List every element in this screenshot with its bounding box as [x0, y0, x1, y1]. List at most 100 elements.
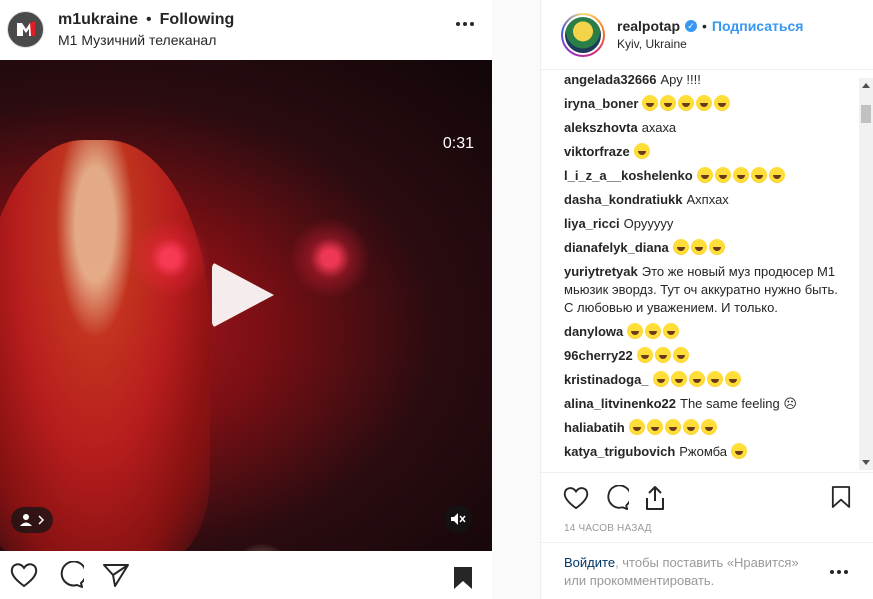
laughing-emoji-icon — [714, 167, 731, 183]
laughing-emoji-icon — [672, 239, 689, 255]
location-link[interactable]: Kyiv, Ukraine — [617, 37, 803, 51]
laughing-emoji-icon — [628, 419, 645, 435]
video-timer: 0:31 — [442, 135, 474, 152]
more-options-icon[interactable] — [830, 570, 848, 574]
play-icon[interactable] — [212, 262, 274, 328]
mute-icon[interactable] — [444, 505, 472, 533]
scroll-thumb[interactable] — [861, 105, 871, 123]
person-icon — [20, 514, 32, 526]
post-subtitle[interactable]: М1 Музичний телеканал — [58, 32, 234, 48]
laughing-emoji-icon — [654, 347, 671, 363]
laughing-emoji-icon — [696, 167, 713, 183]
laughing-emoji-icon — [627, 323, 644, 339]
post-username[interactable]: m1ukraine — [58, 11, 138, 29]
following-button[interactable]: Following — [160, 11, 235, 29]
laughing-emoji-icon — [678, 95, 695, 111]
comment-item: dasha_kondratiukk Ахпхах — [564, 191, 850, 209]
laughing-emoji-icon — [645, 323, 662, 339]
comment-username[interactable]: alekszhovta — [564, 120, 638, 135]
comment-icon[interactable] — [56, 561, 84, 589]
heart-icon[interactable] — [10, 562, 38, 588]
comment-item: katya_trigubovich Ржомба — [564, 443, 850, 461]
comment-username[interactable]: viktorfraze — [564, 144, 630, 159]
comments-scrollbar[interactable] — [859, 78, 873, 470]
comment-username[interactable]: dasha_kondratiukk — [564, 192, 683, 207]
bookmark-icon[interactable] — [452, 566, 474, 590]
login-prompt: Войдите, чтобы поставить «Нравится» или … — [541, 542, 873, 599]
comment-item: 96cherry22 — [564, 347, 850, 365]
post-author: m1ukraine • Following М1 Музичний телека… — [58, 11, 234, 48]
comment-item: l_i_z_a__koshelenko — [564, 167, 850, 185]
realpotap-avatar[interactable] — [561, 12, 605, 57]
comments-action-bar — [541, 472, 873, 522]
chevron-right-icon — [38, 515, 45, 525]
laughing-emoji-icon — [688, 371, 705, 387]
scroll-down-icon[interactable] — [862, 460, 870, 465]
comment-item: angelada32666 Ару !!!! — [564, 71, 850, 89]
user-tag-icon[interactable] — [11, 507, 53, 533]
comment-username[interactable]: liya_ricci — [564, 216, 620, 231]
speaker-muted-icon — [451, 513, 466, 525]
post-action-bar — [0, 551, 492, 599]
m1ukraine-avatar[interactable] — [7, 10, 44, 48]
laughing-emoji-icon — [690, 239, 707, 255]
laughing-emoji-icon — [652, 371, 669, 387]
subscribe-button[interactable]: Подписаться — [712, 18, 804, 34]
comment-item: kristinadoga_ — [564, 371, 850, 389]
laughing-emoji-icon — [730, 443, 747, 459]
comment-item: liya_ricci Орууууу — [564, 215, 850, 233]
comment-item: danylowa — [564, 323, 850, 341]
comment-username[interactable]: iryna_boner — [564, 96, 638, 111]
comments-panel: realpotap ✓ • Подписаться Kyiv, Ukraine … — [540, 0, 873, 599]
comment-username[interactable]: angelada32666 — [564, 72, 657, 87]
laughing-emoji-icon — [750, 167, 767, 183]
laughing-emoji-icon — [768, 167, 785, 183]
laughing-emoji-icon — [670, 371, 687, 387]
instagram-post-view: m1ukraine • Following М1 Музичний телека… — [0, 0, 873, 599]
login-link[interactable]: Войдите — [564, 555, 615, 570]
comment-text: Ару !!!! — [660, 72, 701, 87]
comment-username[interactable]: 96cherry22 — [564, 348, 633, 363]
comment-item: alina_litvinenko22 The same feeling ☹ — [564, 395, 850, 413]
share-icon[interactable] — [643, 485, 667, 511]
post-timestamp[interactable]: 14 ЧАСОВ НАЗАД — [564, 523, 652, 534]
comment-icon[interactable] — [603, 484, 629, 511]
laughing-emoji-icon — [660, 95, 677, 111]
comment-username[interactable]: kristinadoga_ — [564, 372, 649, 387]
comment-username[interactable]: katya_trigubovich — [564, 444, 675, 459]
laughing-emoji-icon — [672, 347, 689, 363]
comments-list: angelada32666 Ару !!!! iryna_boner alekszho… — [541, 71, 873, 472]
comment-item: yuriytretyak Это же новый муз продюсер М1… — [564, 263, 850, 317]
laughing-emoji-icon — [633, 143, 650, 159]
scroll-up-icon[interactable] — [862, 83, 870, 88]
comment-text: ахаха — [641, 120, 677, 135]
share-icon[interactable] — [102, 562, 130, 588]
post-panel: m1ukraine • Following М1 Музичний телека… — [0, 0, 492, 599]
post-author-row: m1ukraine • Following — [58, 11, 234, 29]
laughing-emoji-icon — [714, 95, 731, 111]
comment-username[interactable]: dianafelyk_diana — [564, 240, 669, 255]
bookmark-icon[interactable] — [831, 485, 851, 509]
author-meta: realpotap ✓ • Подписаться Kyiv, Ukraine — [617, 18, 803, 51]
heart-icon[interactable] — [563, 486, 589, 510]
laughing-emoji-icon — [700, 419, 717, 435]
laughing-emoji-icon — [663, 323, 680, 339]
more-options-icon[interactable] — [456, 22, 474, 26]
comment-username[interactable]: l_i_z_a__koshelenko — [564, 168, 693, 183]
laughing-emoji-icon — [664, 419, 681, 435]
comment-item: haliabatih — [564, 419, 850, 437]
post-header: m1ukraine • Following М1 Музичний телека… — [0, 0, 492, 58]
author-username[interactable]: realpotap — [617, 18, 680, 34]
author-row: realpotap ✓ • Подписаться — [617, 18, 803, 34]
comment-item: iryna_boner — [564, 95, 850, 113]
author-header: realpotap ✓ • Подписаться Kyiv, Ukraine — [541, 0, 873, 70]
comment-text: Ахпхах — [686, 192, 729, 207]
separator-dot: • — [146, 10, 152, 28]
comment-text: Ржомба — [679, 444, 728, 459]
comment-username[interactable]: danylowa — [564, 324, 623, 339]
comment-username[interactable]: yuriytretyak — [564, 264, 638, 279]
comment-username[interactable]: haliabatih — [564, 420, 625, 435]
comment-username[interactable]: alina_litvinenko22 — [564, 396, 676, 411]
laughing-emoji-icon — [636, 347, 653, 363]
laughing-emoji-icon — [642, 95, 659, 111]
